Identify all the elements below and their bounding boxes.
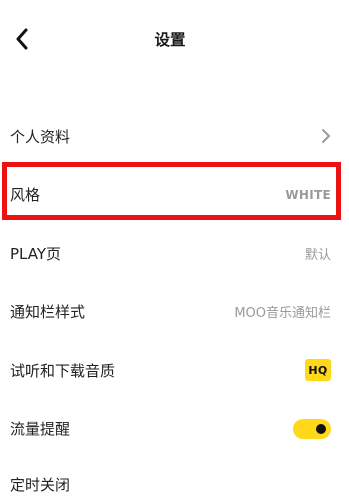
toggle-knob xyxy=(316,423,326,434)
notification-style-value: MOO音乐通知栏 xyxy=(234,306,331,322)
settings-row-play-page[interactable]: PLAY页 默认 xyxy=(0,224,349,283)
row-label-audio-quality: 试听和下载音质 xyxy=(10,361,116,380)
settings-row-data-alert[interactable]: 流量提醒 xyxy=(0,400,349,459)
row-label-profile: 个人资料 xyxy=(10,127,71,146)
settings-row-audio-quality[interactable]: 试听和下载音质 HQ xyxy=(0,341,349,400)
page-title: 设置 xyxy=(154,31,186,49)
settings-row-sleep-timer[interactable]: 定时关闭 xyxy=(0,458,349,498)
style-value: WHITE xyxy=(285,187,331,202)
hq-badge[interactable]: HQ xyxy=(305,359,331,382)
row-label-play-page: PLAY页 xyxy=(10,244,62,263)
settings-row-profile[interactable]: 个人资料 xyxy=(0,107,349,166)
data-alert-toggle[interactable] xyxy=(293,418,331,439)
settings-list: 个人资料 风格 WHITE PLAY页 默认 通知栏样式 MOO音乐通知栏 试听… xyxy=(0,107,349,498)
row-label-data-alert: 流量提醒 xyxy=(10,420,71,439)
top-bar: 设置 xyxy=(0,0,349,78)
play-page-value: 默认 xyxy=(304,247,331,263)
settings-row-style[interactable]: 风格 WHITE xyxy=(0,166,349,225)
row-label-sleep-timer: 定时关闭 xyxy=(10,476,71,494)
row-label-style: 风格 xyxy=(10,186,41,205)
chevron-right-icon[interactable] xyxy=(321,128,331,144)
settings-row-notification-style[interactable]: 通知栏样式 MOO音乐通知栏 xyxy=(0,283,349,342)
row-label-notification-style: 通知栏样式 xyxy=(10,303,86,322)
